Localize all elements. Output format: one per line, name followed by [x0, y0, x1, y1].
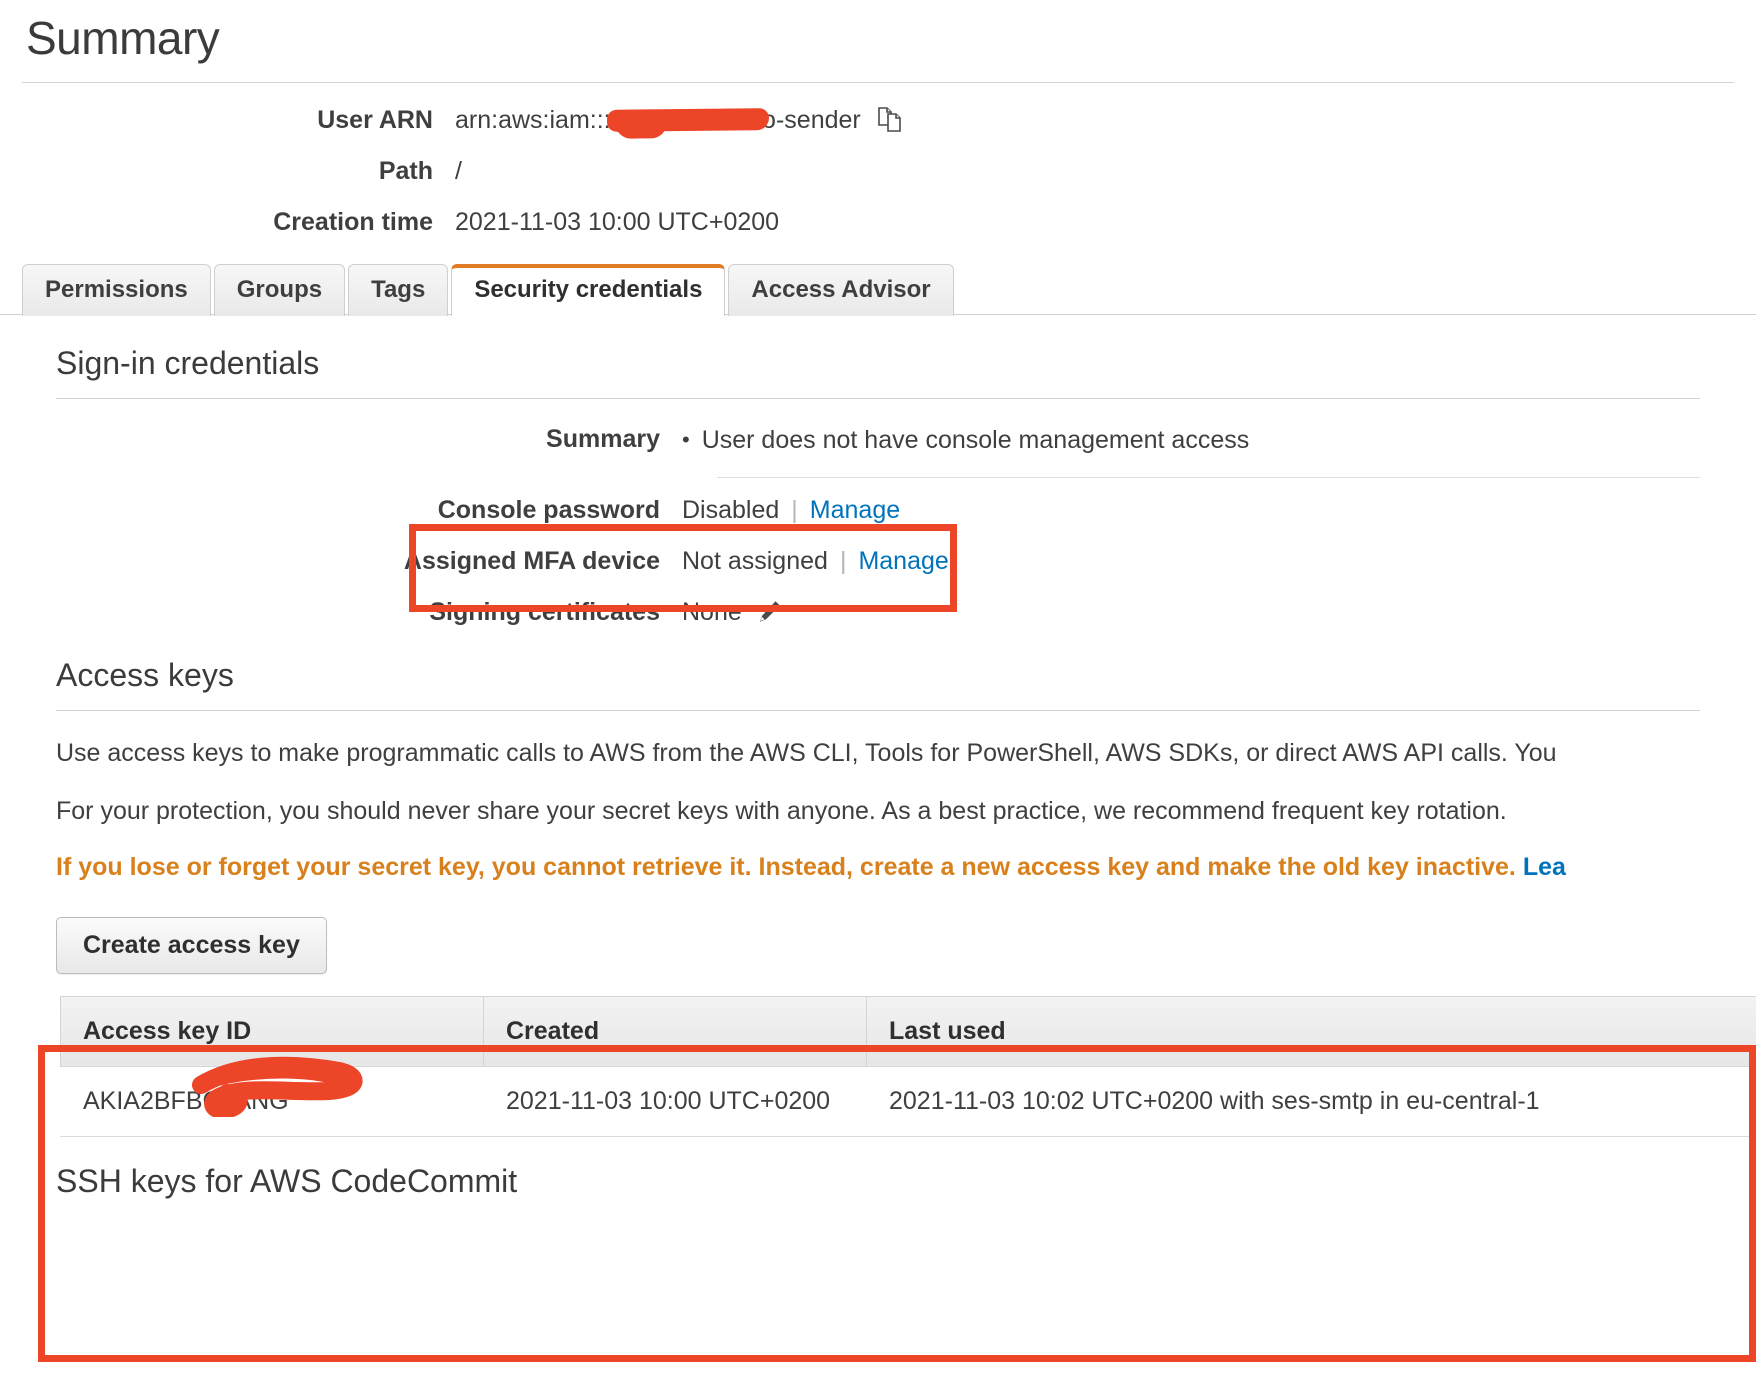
credential-row-mfa-device: Assigned MFA device Not assigned | Manag…	[22, 547, 1734, 576]
summary-row-path: Path /	[0, 157, 1756, 186]
access-keys-learn-more-link[interactable]: Lea	[1523, 853, 1566, 881]
title-divider	[22, 82, 1734, 83]
summary-details: User ARN arn:aws:iam:::user/ses-demo-sen…	[0, 105, 1756, 237]
signing-certificates-value: None	[682, 598, 782, 627]
cell-last-used: 2021-11-03 10:02 UTC+0200 with ses-smtp …	[866, 1066, 1756, 1137]
path-label: Path	[378, 157, 433, 185]
tab-access-advisor[interactable]: Access Advisor	[728, 264, 954, 316]
create-access-key-button[interactable]: Create access key	[56, 916, 327, 974]
user-arn-value: arn:aws:iam:::user/ses-demo-sender	[455, 105, 905, 135]
summary-value: • User does not have console management …	[682, 426, 1249, 455]
credential-row-signing-certificates: Signing certificates None	[22, 598, 1734, 627]
summary-row-creation-time: Creation time 2021-11-03 10:00 UTC+0200	[0, 208, 1756, 237]
summary-row-user-arn: User ARN arn:aws:iam:::user/ses-demo-sen…	[0, 105, 1756, 135]
sign-in-credentials-list: Summary • User does not have console man…	[22, 425, 1734, 627]
sign-in-credentials-heading: Sign-in credentials	[56, 345, 320, 381]
access-keys-divider	[56, 709, 1700, 711]
mfa-device-manage-link[interactable]: Manage	[858, 547, 948, 576]
console-password-separator: |	[791, 495, 798, 524]
console-password-status: Disabled	[682, 495, 780, 524]
cell-created: 2021-11-03 10:00 UTC+0200	[483, 1066, 867, 1137]
tab-permissions[interactable]: Permissions	[22, 264, 211, 316]
tab-bar: Permissions Groups Tags Security credent…	[22, 263, 1756, 316]
access-keys-heading: Access keys	[56, 656, 234, 693]
bullet-icon: •	[682, 427, 690, 452]
access-keys-warning: If you lose or forget your secret key, y…	[56, 851, 1734, 883]
signing-certificates-label: Signing certificates	[429, 597, 660, 626]
access-keys-table: Access key ID Created Last used AKIA2BFB…	[60, 995, 1756, 1137]
path-value: /	[455, 157, 462, 185]
column-header-created[interactable]: Created	[483, 995, 867, 1067]
security-credentials-panel: Sign-in credentials Summary • User does …	[0, 314, 1756, 1200]
table-header-row: Access key ID Created Last used	[60, 995, 1756, 1067]
column-header-last-used[interactable]: Last used	[866, 995, 1756, 1067]
table-row[interactable]: AKIA2BFBC5ANG 2021-11-03 10:00 UTC+0200 …	[60, 1056, 1756, 1137]
access-key-id-prefix: AKIA2BFBC5	[83, 1086, 235, 1115]
ssh-keys-heading-partial: SSH keys for AWS CodeCommit	[56, 1162, 518, 1199]
copy-icon[interactable]	[877, 105, 905, 135]
redaction-mark-account-id	[606, 107, 770, 132]
access-keys-table-wrapper: Access key ID Created Last used AKIA2BFB…	[60, 995, 1756, 1137]
credential-row-summary: Summary • User does not have console man…	[22, 425, 1734, 455]
cell-access-key-id: AKIA2BFBC5ANG	[60, 1056, 484, 1137]
user-arn-text: arn:aws:iam:::user/ses-demo-sender	[455, 106, 861, 135]
mfa-device-label: Assigned MFA device	[403, 546, 660, 575]
console-password-label: Console password	[437, 495, 660, 524]
summary-value-text: User does not have console management ac…	[701, 425, 1250, 454]
pencil-icon[interactable]	[756, 599, 782, 625]
access-key-id-suffix: ANG	[234, 1086, 289, 1115]
column-header-access-key-id[interactable]: Access key ID	[60, 995, 484, 1067]
summary-label: Summary	[546, 425, 660, 453]
access-keys-description: Use access keys to make programmatic cal…	[56, 738, 1557, 767]
tab-groups[interactable]: Groups	[213, 264, 346, 316]
credential-row-divider-1	[717, 476, 1700, 478]
user-arn-prefix: arn:aws:iam::	[455, 105, 604, 134]
mfa-device-status: Not assigned	[682, 546, 828, 575]
credential-row-console-password: Console password Disabled | Manage	[22, 496, 1734, 525]
mfa-device-separator: |	[839, 546, 847, 575]
access-keys-warning-text: If you lose or forget your secret key, y…	[56, 852, 1516, 881]
user-arn-label: User ARN	[317, 105, 433, 134]
console-password-manage-link[interactable]: Manage	[810, 496, 900, 525]
iam-user-summary-page: Summary User ARN arn:aws:iam:::user/ses-…	[0, 0, 1756, 1386]
tab-security-credentials[interactable]: Security credentials	[451, 264, 726, 316]
page-title: Summary	[26, 12, 220, 64]
access-keys-protection-note: For your protection, you should never sh…	[56, 796, 1507, 825]
sign-in-credentials-divider	[56, 398, 1700, 399]
console-password-value: Disabled | Manage	[682, 496, 900, 525]
mfa-device-value: Not assigned | Manage	[682, 547, 949, 576]
tab-tags[interactable]: Tags	[348, 264, 449, 316]
creation-time-label: Creation time	[273, 208, 433, 236]
creation-time-value: 2021-11-03 10:00 UTC+0200	[455, 208, 780, 236]
signing-certificates-status: None	[682, 597, 742, 626]
